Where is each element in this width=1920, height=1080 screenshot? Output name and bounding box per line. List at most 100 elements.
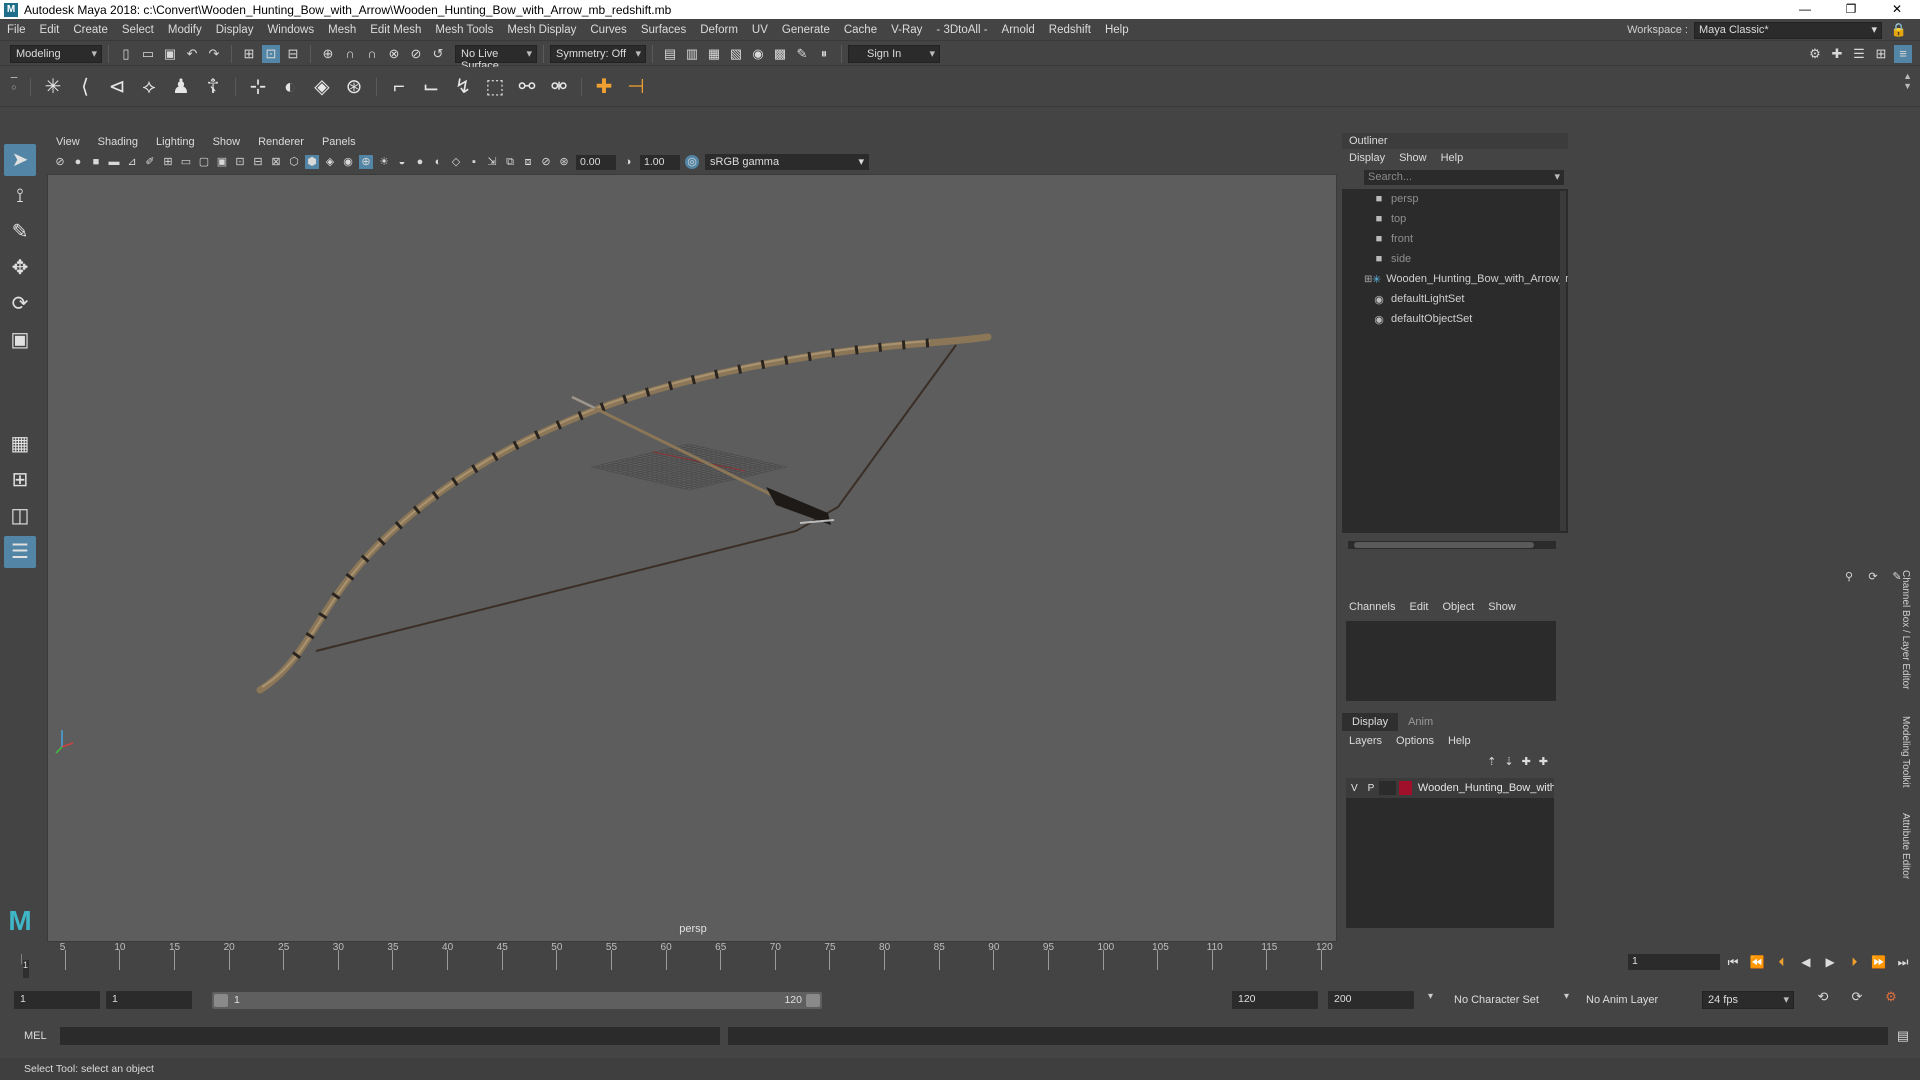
viewport-menu-shading[interactable]: Shading	[89, 136, 147, 148]
wrap-icon[interactable]: ⊛	[341, 74, 367, 100]
exposure-icon[interactable]: ⊛	[557, 155, 571, 169]
go-to-start-icon[interactable]: ⏮	[1722, 955, 1744, 970]
outliner-item-top[interactable]: ■ top	[1342, 209, 1568, 229]
viewport-menu-panels[interactable]: Panels	[313, 136, 365, 148]
select-component-icon[interactable]: ⊟	[284, 45, 302, 63]
outliner-layout-icon[interactable]: ☰	[4, 536, 36, 568]
blend-shape-icon[interactable]: ◐	[277, 74, 303, 100]
textured-icon[interactable]: ◉	[341, 155, 355, 169]
layer-menu-options[interactable]: Options	[1389, 735, 1441, 747]
view-transform-dropdown[interactable]: sRGB gamma	[705, 154, 869, 170]
attribute-editor-icon[interactable]: ☰	[1850, 45, 1868, 63]
shelf-options-icon[interactable]: ⚊ ○	[4, 69, 24, 105]
motion-blur-icon[interactable]: ●	[413, 155, 427, 169]
ik-handle-icon[interactable]: ⟨	[72, 74, 98, 100]
multisample-aa-icon[interactable]: ◐	[431, 155, 445, 169]
select-object-icon[interactable]: ⊡	[262, 44, 280, 63]
time-ruler[interactable]: 5 10 15 20 25 30 35 40 45 50 55 60 65 70 75 80 85 90 95 100…	[19, 942, 1625, 980]
outliner-item-default-object-set[interactable]: ◉ defaultObjectSet	[1342, 309, 1568, 329]
viewport-menu-show[interactable]: Show	[204, 136, 250, 148]
move-layer-up-icon[interactable]: ⇡	[1487, 755, 1496, 768]
minimize-button[interactable]: —	[1782, 0, 1828, 19]
layer-menu-layers[interactable]: Layers	[1342, 735, 1389, 747]
two-panel-layout-icon[interactable]: ◫	[4, 500, 36, 532]
channel-box-filter-icon[interactable]: ⚲	[1842, 570, 1856, 584]
render-view-icon[interactable]: ▥	[683, 45, 701, 63]
outliner-item-persp[interactable]: ■ persp	[1342, 189, 1568, 209]
character-set-arrow-icon[interactable]: ▾	[1428, 991, 1433, 1002]
layer-menu-help[interactable]: Help	[1441, 735, 1478, 747]
resolution-gate-icon[interactable]: ▢	[197, 155, 211, 169]
play-backwards-icon[interactable]: ◀	[1795, 955, 1817, 969]
grid-toggle-icon[interactable]: ⊞	[161, 155, 175, 169]
menu-edit[interactable]: Edit	[33, 24, 67, 36]
layer-name[interactable]: Wooden_Hunting_Bow_with_	[1415, 782, 1554, 794]
menu-file[interactable]: File	[0, 24, 33, 36]
menu-surfaces[interactable]: Surfaces	[634, 24, 693, 36]
render-sequence-icon[interactable]: ▩	[771, 45, 789, 63]
tab-modeling-toolkit[interactable]: Modeling Toolkit	[1900, 716, 1911, 788]
menu-set-dropdown[interactable]: Modeling	[10, 44, 102, 63]
menu-redshift[interactable]: Redshift	[1042, 24, 1098, 36]
command-input[interactable]	[60, 1027, 720, 1045]
depth-of-field-icon[interactable]: ◇	[449, 155, 463, 169]
menu-curves[interactable]: Curves	[583, 24, 633, 36]
snap-pivot-icon[interactable]: ↺	[429, 45, 447, 63]
lattice-icon[interactable]: ◈	[309, 74, 335, 100]
layer-row[interactable]: V P Wooden_Hunting_Bow_with_	[1346, 778, 1554, 798]
select-hierarchy-icon[interactable]: ⊞	[240, 45, 258, 63]
bind-skin-icon[interactable]: ⟡	[136, 74, 162, 100]
animation-start-field[interactable]: 1	[14, 991, 100, 1009]
range-slider[interactable]: 1 120	[212, 992, 822, 1009]
field-chart-icon[interactable]: ⊡	[233, 155, 247, 169]
menu-select[interactable]: Select	[115, 24, 161, 36]
viewport-menu-renderer[interactable]: Renderer	[249, 136, 313, 148]
tab-display[interactable]: Display	[1342, 713, 1399, 731]
menu-edit-mesh[interactable]: Edit Mesh	[363, 24, 428, 36]
menu-mesh[interactable]: Mesh	[321, 24, 363, 36]
wireframe-on-shaded-icon[interactable]: ◈	[323, 155, 337, 169]
shadows-icon[interactable]: ☀	[377, 155, 391, 169]
tool-settings-icon[interactable]: ⊞	[1872, 45, 1890, 63]
use-all-lights-icon[interactable]: ⊕	[359, 155, 373, 169]
expand-icon[interactable]: ⊞	[1364, 274, 1372, 285]
safe-title-icon[interactable]: ⊠	[269, 155, 283, 169]
ambient-occlusion-icon[interactable]: ◒	[395, 155, 409, 169]
save-scene-icon[interactable]: ▣	[161, 45, 179, 63]
menu-arnold[interactable]: Arnold	[995, 24, 1042, 36]
human-ik-icon[interactable]: ✚	[1828, 45, 1846, 63]
smooth-shade-icon[interactable]: ⬢	[305, 155, 319, 169]
menu-deform[interactable]: Deform	[693, 24, 745, 36]
tab-attribute-editor[interactable]: Attribute Editor	[1900, 813, 1911, 879]
four-view-layout-icon[interactable]: ⊞	[4, 464, 36, 496]
undo-icon[interactable]: ↶	[183, 45, 201, 63]
auto-key-icon[interactable]: ⟳	[1848, 988, 1866, 1006]
outliner-search-input[interactable]: Search...	[1364, 170, 1564, 185]
menu-modify[interactable]: Modify	[161, 24, 209, 36]
outliner-horizontal-scrollbar[interactable]	[1348, 541, 1556, 549]
layer-playback-toggle[interactable]: P	[1363, 783, 1380, 794]
character-set-label[interactable]: No Character Set	[1454, 994, 1539, 1006]
new-layer-icon[interactable]: ✚	[1522, 755, 1531, 768]
fps-dropdown[interactable]: 24 fps	[1702, 991, 1794, 1009]
channel-box-menu-channels[interactable]: Channels	[1342, 601, 1402, 613]
ipr-render-icon[interactable]: ▧	[727, 45, 745, 63]
channel-box-sync-icon[interactable]: ⟳	[1866, 570, 1880, 584]
copy-weights-icon[interactable]: ↯	[450, 74, 476, 100]
outliner-menu-help[interactable]: Help	[1434, 152, 1471, 164]
channel-box-menu-show[interactable]: Show	[1481, 601, 1523, 613]
gamma-icon[interactable]: ◑	[621, 155, 635, 169]
render-current-icon[interactable]: ▦	[705, 45, 723, 63]
menu-cache[interactable]: Cache	[837, 24, 884, 36]
close-button[interactable]: ✕	[1874, 0, 1920, 19]
new-layer-selected-icon[interactable]: ✚	[1539, 755, 1548, 768]
humanik-character-icon[interactable]: ♟	[168, 74, 194, 100]
wireframe-icon[interactable]: ⬡	[287, 155, 301, 169]
outliner-menu-display[interactable]: Display	[1342, 152, 1392, 164]
outliner-item-front[interactable]: ■ front	[1342, 229, 1568, 249]
menu-generate[interactable]: Generate	[775, 24, 837, 36]
snap-surface-icon[interactable]: ⊘	[407, 45, 425, 63]
camera-select-icon[interactable]: ⊘	[53, 155, 67, 169]
viewport-menu-lighting[interactable]: Lighting	[147, 136, 204, 148]
symmetry-dropdown[interactable]: Symmetry: Off	[550, 44, 646, 63]
